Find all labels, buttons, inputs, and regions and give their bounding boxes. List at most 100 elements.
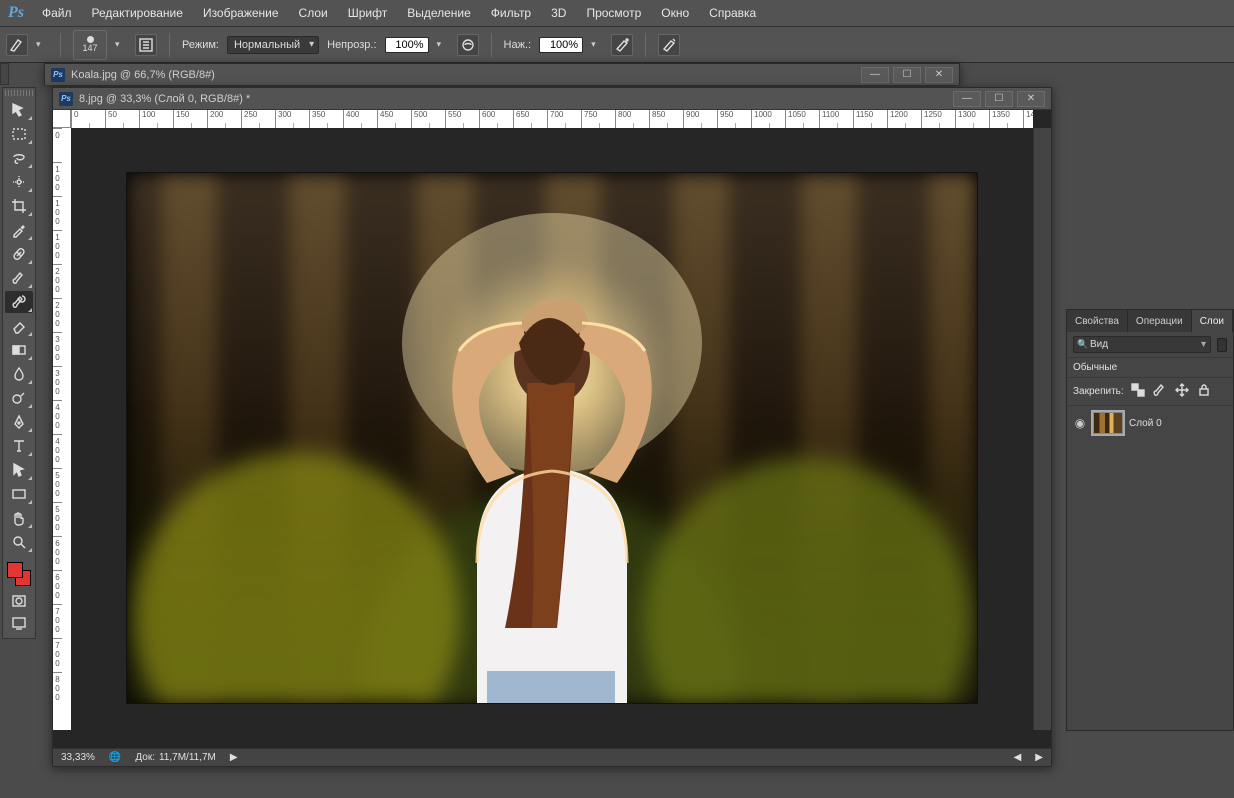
separator (169, 33, 170, 57)
document-window-koala[interactable]: Ps Koala.jpg @ 66,7% (RGB/8#) — ☐ ✕ (44, 63, 960, 85)
document-titlebar-front[interactable]: Ps 8.jpg @ 33,3% (Слой 0, RGB/8#) * — ☐ … (53, 88, 1051, 110)
tool-eyedropper[interactable] (5, 219, 33, 241)
tool-history-brush[interactable] (5, 291, 33, 313)
lock-all-icon[interactable] (1196, 382, 1212, 401)
lock-pixels-icon[interactable] (1152, 382, 1168, 401)
tool-shape[interactable] (5, 483, 33, 505)
tool-marquee[interactable] (5, 123, 33, 145)
close-button[interactable]: ✕ (1017, 91, 1045, 107)
layer-thumbnail[interactable] (1093, 412, 1123, 434)
zoom-level[interactable]: 33,33% (61, 752, 95, 763)
brush-tip-icon (87, 36, 94, 43)
tool-healing[interactable] (5, 243, 33, 265)
tool-lasso[interactable] (5, 147, 33, 169)
layer-row[interactable]: ◉ Слой 0 (1067, 406, 1233, 440)
menu-help[interactable]: Справка (699, 0, 766, 26)
pressure-size-icon[interactable] (658, 34, 680, 56)
document-content: 0501001502002503003504004505005506006507… (53, 110, 1051, 748)
brush-panel-toggle-icon[interactable] (135, 34, 157, 56)
menu-filter[interactable]: Фильтр (481, 0, 541, 26)
menu-3d[interactable]: 3D (541, 0, 576, 26)
lock-position-icon[interactable] (1174, 382, 1190, 401)
globe-icon[interactable]: 🌐 (109, 752, 121, 763)
flow-input[interactable] (539, 37, 583, 53)
minimize-button[interactable]: — (953, 91, 981, 107)
tool-gradient[interactable] (5, 339, 33, 361)
ruler-tick: 400 (343, 110, 377, 128)
ruler-tick: 100 (139, 110, 173, 128)
tool-brush[interactable] (5, 267, 33, 289)
tool-pen[interactable] (5, 411, 33, 433)
tab-properties[interactable]: Свойства (1067, 310, 1128, 332)
layers-empty-area[interactable] (1067, 440, 1233, 730)
foreground-color-swatch[interactable] (7, 562, 23, 578)
flow-label: Наж.: (504, 39, 532, 51)
ruler-tick: 200 (53, 298, 62, 332)
pressure-opacity-icon[interactable] (457, 34, 479, 56)
color-swatches[interactable] (5, 560, 33, 588)
dock-handle[interactable] (0, 63, 9, 85)
tool-dodge[interactable] (5, 387, 33, 409)
flow-dropdown[interactable]: ▾ (591, 39, 603, 50)
blend-mode-select[interactable]: Нормальный (227, 36, 319, 54)
menu-type[interactable]: Шрифт (338, 0, 397, 26)
tool-quick-select[interactable] (5, 171, 33, 193)
status-popup-icon[interactable]: ▶ (230, 752, 238, 763)
blend-mode-value[interactable]: Обычные (1073, 362, 1117, 373)
maximize-button[interactable]: ☐ (893, 67, 921, 83)
menu-edit[interactable]: Редактирование (82, 0, 193, 26)
layer-filter-kind[interactable]: Вид (1073, 336, 1211, 353)
tool-zoom[interactable] (5, 531, 33, 553)
tab-actions[interactable]: Операции (1128, 310, 1192, 332)
lock-transparency-icon[interactable] (1130, 382, 1146, 401)
tool-move[interactable] (5, 99, 33, 121)
tool-crop[interactable] (5, 195, 33, 217)
ruler-tick: 900 (683, 110, 717, 128)
tool-eraser[interactable] (5, 315, 33, 337)
tool-blur[interactable] (5, 363, 33, 385)
ruler-tick: 850 (649, 110, 683, 128)
menu-image[interactable]: Изображение (193, 0, 289, 26)
panels-dock: Свойства Операции Слои Вид Обычные Закре… (1066, 309, 1234, 731)
scroll-left-icon[interactable]: ◀ (1014, 752, 1022, 763)
ruler-tick: 650 (513, 110, 547, 128)
canvas-area[interactable] (71, 128, 1033, 748)
tool-preset-dropdown[interactable]: ▾ (36, 39, 48, 50)
vertical-ruler[interactable]: 0100100100200200300300400400500500600600… (53, 128, 71, 730)
opacity-input[interactable] (385, 37, 429, 53)
opacity-dropdown[interactable]: ▾ (437, 39, 449, 50)
separator (491, 33, 492, 57)
airbrush-icon[interactable] (611, 34, 633, 56)
docsize-value: 11,7M/11,7M (159, 752, 216, 763)
menu-file[interactable]: Файл (32, 0, 82, 26)
brush-preset-picker[interactable]: 147 (73, 30, 107, 60)
toolbox (2, 87, 36, 639)
tool-hand[interactable] (5, 507, 33, 529)
close-button[interactable]: ✕ (925, 67, 953, 83)
horizontal-ruler[interactable]: 0501001502002503003504004505005506006507… (71, 110, 1033, 128)
brush-preset-dropdown[interactable]: ▾ (115, 39, 127, 50)
visibility-icon[interactable]: ◉ (1073, 416, 1087, 430)
image-canvas[interactable] (127, 173, 977, 703)
menu-window[interactable]: Окно (651, 0, 699, 26)
toolbox-grip[interactable] (5, 90, 33, 96)
tool-path-select[interactable] (5, 459, 33, 481)
document-titlebar-back[interactable]: Ps Koala.jpg @ 66,7% (RGB/8#) — ☐ ✕ (45, 64, 959, 86)
layer-filter-toggle-icon[interactable] (1217, 338, 1227, 352)
menu-layers[interactable]: Слои (289, 0, 338, 26)
screenmode-icon[interactable] (5, 614, 33, 632)
maximize-button[interactable]: ☐ (985, 91, 1013, 107)
tool-preset-icon[interactable] (6, 34, 28, 56)
tab-layers[interactable]: Слои (1192, 310, 1233, 332)
menu-select[interactable]: Выделение (397, 0, 481, 26)
quickmask-icon[interactable] (5, 592, 33, 610)
ruler-corner[interactable] (53, 110, 71, 128)
tool-type[interactable] (5, 435, 33, 457)
scroll-right-icon[interactable]: ▶ (1035, 752, 1043, 763)
menu-view[interactable]: Просмотр (576, 0, 651, 26)
ruler-tick: 400 (53, 400, 62, 434)
minimize-button[interactable]: — (861, 67, 889, 83)
vertical-scrollbar[interactable] (1033, 128, 1051, 730)
layer-name[interactable]: Слой 0 (1129, 418, 1162, 429)
options-bar: ▾ 147 ▾ Режим: Нормальный Непрозр.: ▾ На… (0, 27, 1234, 63)
